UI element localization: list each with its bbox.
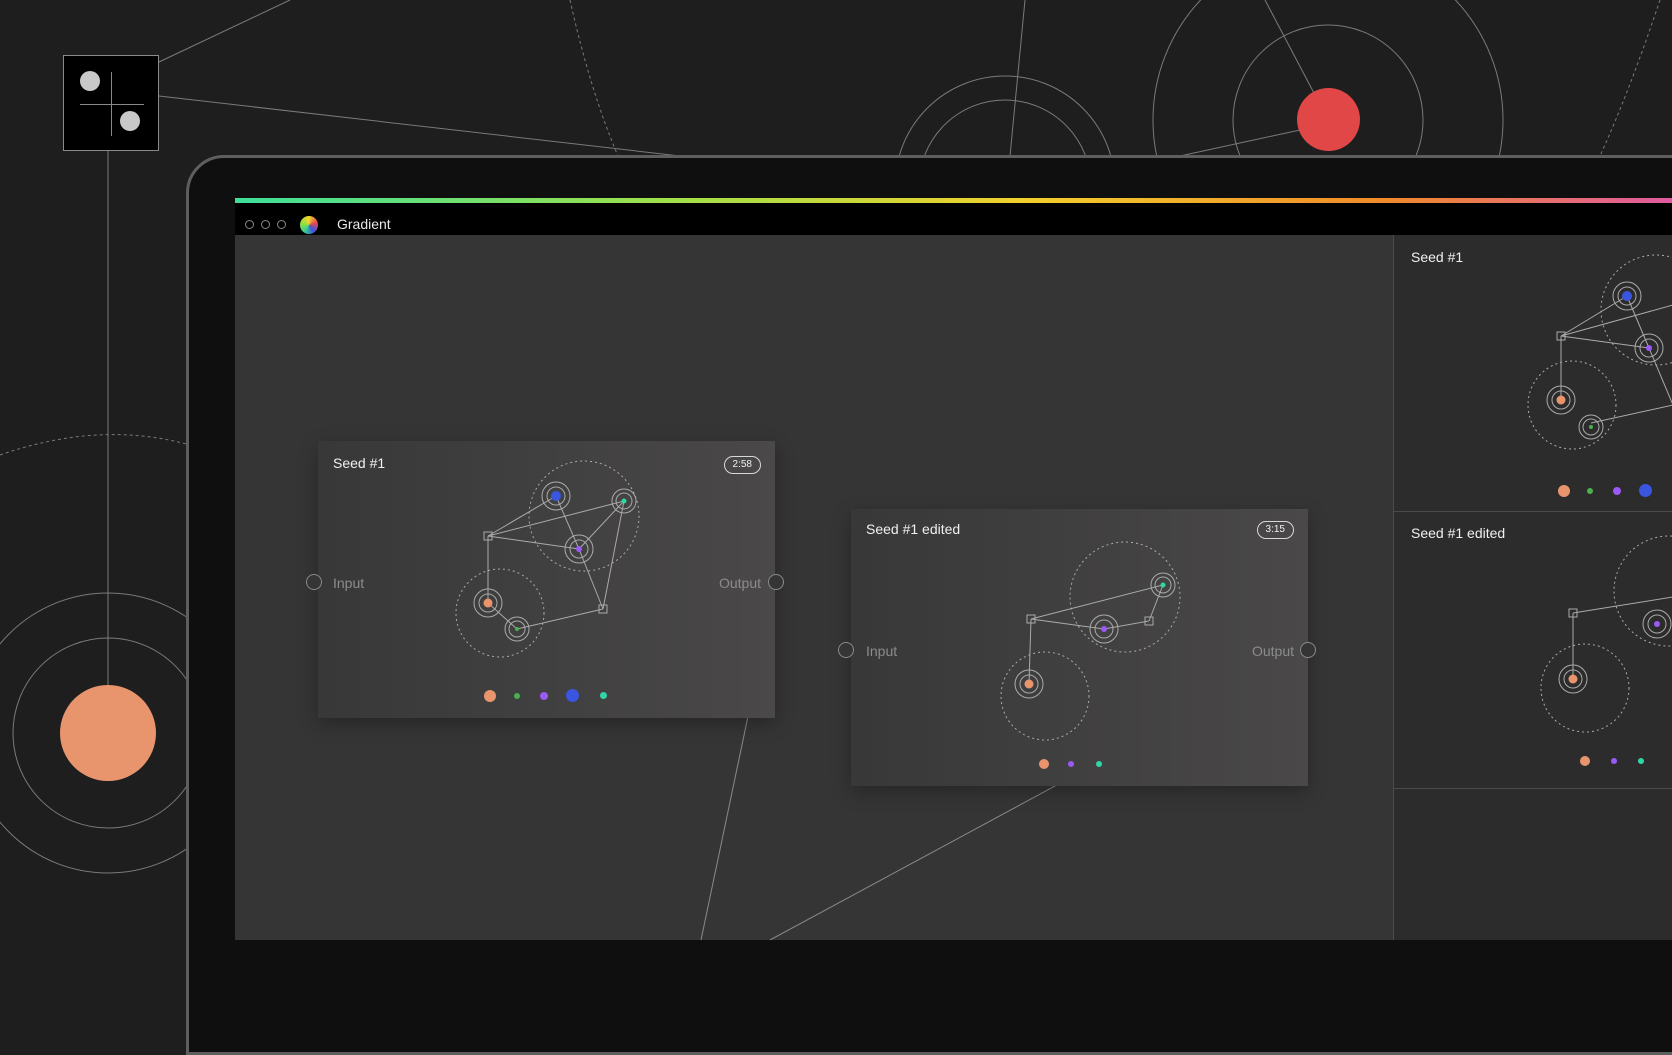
seed-graph <box>1000 541 1181 741</box>
palette-swatch-orange <box>1558 485 1570 497</box>
graph-node <box>1024 679 1034 689</box>
palette-swatch-teal <box>1638 758 1644 764</box>
graph-node <box>1622 291 1632 301</box>
logo-dot-icon <box>120 111 140 131</box>
sidebar-seed-item[interactable]: Seed #1 edited <box>1394 512 1672 789</box>
seed-graph-thumbnail <box>1527 254 1672 450</box>
graph-edge <box>487 495 557 537</box>
orbit-dashed <box>569 0 619 157</box>
app-window: Gradient Seed #1 2:58 Input Output Seed … <box>235 198 1672 940</box>
palette-swatch-teal[interactable] <box>1096 761 1102 767</box>
app-logo <box>63 55 159 151</box>
graph-node <box>1646 345 1652 351</box>
palette-swatch-purple <box>1611 758 1617 764</box>
seed-card[interactable]: Seed #1 edited 3:15 Input Output <box>851 509 1308 786</box>
palette-swatch-orange[interactable] <box>484 690 496 702</box>
palette-swatch-green[interactable] <box>514 693 520 699</box>
connector-line <box>1179 129 1301 157</box>
seed-sidebar: Seed #1 Seed #1 edited <box>1393 235 1672 940</box>
palette-swatch-blue[interactable] <box>566 689 579 702</box>
output-port[interactable] <box>1300 642 1316 658</box>
palette-swatch-purple <box>1613 487 1621 495</box>
output-port[interactable] <box>768 574 784 590</box>
connector-line <box>1264 0 1316 96</box>
logo-dot-icon <box>80 71 100 91</box>
input-port[interactable] <box>306 574 322 590</box>
palette-swatch-orange[interactable] <box>1039 759 1049 769</box>
graph-edge <box>1103 620 1150 630</box>
orbit-dashed <box>1599 0 1661 157</box>
graph-orbit <box>1600 254 1672 366</box>
graph-orbit <box>455 568 545 658</box>
graph-edge <box>516 608 604 630</box>
graph-edge <box>1572 596 1672 614</box>
graph-edge <box>578 548 604 610</box>
graph-edge <box>578 500 625 550</box>
graph-edge <box>1626 295 1650 349</box>
connector-line <box>158 0 291 63</box>
graph-node <box>515 627 519 631</box>
graph-node <box>1654 621 1660 627</box>
graph-node <box>483 598 493 608</box>
graph-node <box>1589 425 1593 429</box>
graph-node <box>551 491 561 501</box>
graph-orbit <box>1613 535 1672 647</box>
red-node-icon <box>1297 88 1360 151</box>
graph-orbit <box>1000 651 1090 741</box>
graph-edge <box>1148 584 1164 622</box>
logo-crosshair <box>80 104 144 105</box>
graph-edge <box>1030 584 1164 620</box>
palette-swatch-purple[interactable] <box>1068 761 1074 767</box>
sidebar-seed-item[interactable]: Seed #1 <box>1394 235 1672 512</box>
palette-swatch-blue <box>1639 484 1652 497</box>
graph-node <box>1101 626 1107 632</box>
graph-node <box>621 498 627 504</box>
palette-swatch-orange <box>1580 756 1590 766</box>
orange-node-icon <box>60 685 156 781</box>
graph-node <box>576 546 582 552</box>
graph-edge <box>1560 295 1628 337</box>
seed-card[interactable]: Seed #1 2:58 Input Output <box>318 441 775 718</box>
graph-orbit <box>1540 643 1630 733</box>
graph-edge <box>1560 304 1672 337</box>
graph-edge <box>602 500 625 610</box>
connector-line <box>1009 0 1026 157</box>
logo-crosshair <box>111 72 112 136</box>
graph-node <box>1568 674 1578 684</box>
palette-swatch-purple[interactable] <box>540 692 548 700</box>
graph-node <box>1556 395 1566 405</box>
graph-edge <box>1590 404 1672 424</box>
input-port[interactable] <box>838 642 854 658</box>
seed-graph <box>455 460 640 658</box>
graph-edge <box>1028 618 1032 685</box>
graph-node <box>1160 582 1166 588</box>
graph-orbit <box>1527 360 1617 450</box>
seed-graph-thumbnail <box>1540 535 1672 733</box>
palette-swatch-teal[interactable] <box>600 692 607 699</box>
graph-edge <box>487 500 625 537</box>
graph-orbit <box>528 460 640 572</box>
connector-line <box>158 95 681 157</box>
palette-swatch-green <box>1587 488 1593 494</box>
orbit-dashed <box>0 434 191 456</box>
